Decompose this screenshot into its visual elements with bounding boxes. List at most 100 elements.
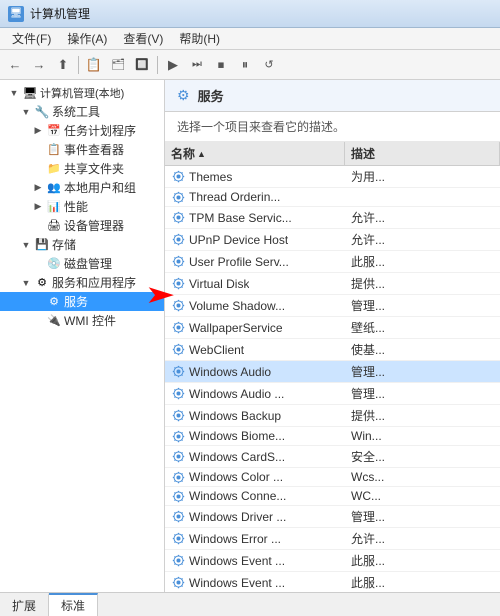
tree-item-wmi[interactable]: ▶ 🔌 WMI 控件 [0, 311, 164, 330]
toolbar: ← → ⬆ 📋 🗂 🔲 ▶ ⏭ ⏹ ⏸ ↺ [0, 50, 500, 80]
service-row-icon [171, 429, 185, 443]
pause-button[interactable]: ⏸ [234, 54, 256, 76]
service-name-cell: Windows CardS... [165, 448, 345, 466]
service-name-text: WallpaperService [189, 321, 283, 335]
expand-services-apps[interactable]: ▼ [18, 275, 34, 291]
tree-item-performance[interactable]: ▶ 📊 性能 [0, 197, 164, 216]
left-panel: ▼ 🖥 计算机管理(本地) ▼ 🔧 系统工具 ▶ 📅 任务计划程序 ▶ 📋 事件… [0, 80, 165, 592]
service-name-cell: Windows Audio [165, 363, 345, 381]
tree-item-system-tools[interactable]: ▼ 🔧 系统工具 [0, 102, 164, 121]
service-name-cell: UPnP Device Host [165, 231, 345, 249]
label-disk-mgmt: 磁盘管理 [62, 255, 112, 272]
properties-button[interactable]: 🗂 [107, 54, 129, 76]
main-layout: ▼ 🖥 计算机管理(本地) ▼ 🔧 系统工具 ▶ 📅 任务计划程序 ▶ 📋 事件… [0, 80, 500, 592]
status-tab-standard[interactable]: 标准 [49, 593, 98, 616]
right-panel: ⚙ 服务 选择一个项目来查看它的描述。 名称 ▲ 描述 [165, 80, 500, 592]
th-desc[interactable]: 描述 [345, 142, 500, 165]
table-row[interactable]: WallpaperService壁纸... [165, 317, 500, 339]
tree-item-device-mgr[interactable]: ▶ 🖨 设备管理器 [0, 216, 164, 235]
table-row[interactable]: Windows Conne...WC... [165, 487, 500, 506]
expand-performance[interactable]: ▶ [30, 199, 46, 215]
label-system-tools: 系统工具 [50, 103, 100, 120]
service-row-icon [171, 409, 185, 423]
stop-button[interactable]: ⏹ [210, 54, 232, 76]
expand-system-tools[interactable]: ▼ [18, 104, 34, 120]
service-row-icon [171, 387, 185, 401]
service-row-icon [171, 321, 185, 335]
service-row-icon [171, 365, 185, 379]
th-name[interactable]: 名称 ▲ [165, 142, 345, 165]
tree-item-services-apps[interactable]: ▼ ⚙ 服务和应用程序 [0, 273, 164, 292]
tree-item-storage[interactable]: ▼ 💾 存储 [0, 235, 164, 254]
service-desc-cell: Win... [345, 427, 500, 445]
table-row[interactable]: Themes为用... [165, 166, 500, 188]
tree-item-services[interactable]: ▶ ⚙ 服务 [0, 292, 164, 311]
restart-button[interactable]: ↺ [258, 54, 280, 76]
show-hide-button[interactable]: 📋 [83, 54, 105, 76]
play-button[interactable]: ▶ [162, 54, 184, 76]
service-name-cell: User Profile Serv... [165, 253, 345, 271]
table-row[interactable]: Windows Color ...Wcs... [165, 468, 500, 487]
table-row[interactable]: Virtual Disk提供... [165, 273, 500, 295]
service-name-cell: Themes [165, 168, 345, 186]
table-row[interactable]: Windows Event ...此服... [165, 572, 500, 592]
tree-item-root[interactable]: ▼ 🖥 计算机管理(本地) [0, 84, 164, 102]
service-desc-cell: 安全... [345, 446, 500, 467]
icon-system-tools: 🔧 [34, 104, 50, 120]
service-desc-cell: 允许... [345, 207, 500, 228]
icon-services: ⚙ [46, 294, 62, 310]
table-row[interactable]: Windows CardS...安全... [165, 446, 500, 468]
service-desc-cell: 管理... [345, 361, 500, 382]
icon-wmi: 🔌 [46, 313, 62, 329]
tree-item-local-users[interactable]: ▶ 👥 本地用户和组 [0, 178, 164, 197]
table-row[interactable]: Windows Event ...此服... [165, 550, 500, 572]
play-all-button[interactable]: ⏭ [186, 54, 208, 76]
expand-storage[interactable]: ▼ [18, 237, 34, 253]
service-name-text: Volume Shadow... [189, 299, 285, 313]
expand-root[interactable]: ▼ [6, 85, 22, 101]
service-desc-cell: 此服... [345, 251, 500, 272]
up-button[interactable]: ⬆ [52, 54, 74, 76]
service-name-text: WebClient [189, 343, 244, 357]
service-row-icon [171, 233, 185, 247]
table-row[interactable]: User Profile Serv...此服... [165, 251, 500, 273]
service-name-cell: Windows Event ... [165, 574, 345, 592]
table-row[interactable]: UPnP Device Host允许... [165, 229, 500, 251]
tree-item-task-scheduler[interactable]: ▶ 📅 任务计划程序 [0, 121, 164, 140]
service-name-cell: Volume Shadow... [165, 297, 345, 315]
table-row[interactable]: Windows Audio ...管理... [165, 383, 500, 405]
table-row[interactable]: Windows Biome...Win... [165, 427, 500, 446]
service-desc-cell: Wcs... [345, 468, 500, 486]
tree-item-shared-folders[interactable]: ▶ 📁 共享文件夹 [0, 159, 164, 178]
service-desc-cell: 提供... [345, 273, 500, 294]
label-shared-folders: 共享文件夹 [62, 160, 124, 177]
table-row[interactable]: Volume Shadow...管理... [165, 295, 500, 317]
menu-item-v[interactable]: 查看(V) [115, 28, 171, 49]
tree-item-event-viewer[interactable]: ▶ 📋 事件查看器 [0, 140, 164, 159]
expand-local-users[interactable]: ▶ [30, 180, 46, 196]
table-row[interactable]: Thread Orderin... [165, 188, 500, 207]
service-name-text: Windows Driver ... [189, 510, 286, 524]
back-button[interactable]: ← [4, 54, 26, 76]
service-table[interactable]: 名称 ▲ 描述 Themes为用... Thread Orderin.. [165, 142, 500, 592]
new-window-button[interactable]: 🔲 [131, 54, 153, 76]
table-row[interactable]: Windows Driver ...管理... [165, 506, 500, 528]
table-row[interactable]: Windows Backup提供... [165, 405, 500, 427]
table-row[interactable]: Windows Error ...允许... [165, 528, 500, 550]
menu-item-h[interactable]: 帮助(H) [171, 28, 228, 49]
tree-item-disk-mgmt[interactable]: ▶ 💿 磁盘管理 [0, 254, 164, 273]
menu-item-f[interactable]: 文件(F) [4, 28, 59, 49]
service-name-text: Windows Event ... [189, 576, 285, 590]
status-tab-expand[interactable]: 扩展 [0, 593, 49, 616]
menu-item-a[interactable]: 操作(A) [59, 28, 115, 49]
service-desc-cell: WC... [345, 487, 500, 505]
table-row[interactable]: Windows Audio管理... [165, 361, 500, 383]
table-row[interactable]: WebClient使基... [165, 339, 500, 361]
table-row[interactable]: TPM Base Servic...允许... [165, 207, 500, 229]
icon-shared-folders: 📁 [46, 161, 62, 177]
forward-button[interactable]: → [28, 54, 50, 76]
expand-task-scheduler[interactable]: ▶ [30, 123, 46, 139]
app-icon: 🖥 [8, 6, 24, 22]
service-name-cell: Windows Biome... [165, 427, 345, 445]
service-rows-container: Themes为用... Thread Orderin... TPM Base S… [165, 166, 500, 592]
